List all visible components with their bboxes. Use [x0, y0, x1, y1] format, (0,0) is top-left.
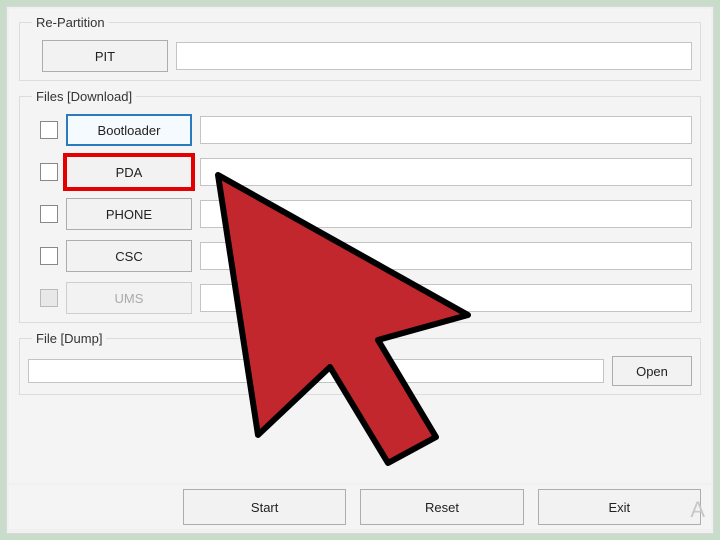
csc-path-field[interactable]	[200, 242, 692, 270]
csc-button[interactable]: CSC	[66, 240, 192, 272]
phone-checkbox[interactable]	[40, 205, 58, 223]
start-button[interactable]: Start	[183, 489, 346, 525]
dump-path-field[interactable]	[28, 359, 604, 383]
pda-checkbox[interactable]	[40, 163, 58, 181]
bootloader-path-field[interactable]	[200, 116, 692, 144]
repartition-group: Re-Partition PIT	[19, 15, 701, 81]
pda-button[interactable]: PDA	[66, 156, 192, 188]
ums-button: UMS	[66, 282, 192, 314]
open-button[interactable]: Open	[612, 356, 692, 386]
pit-path-field[interactable]	[176, 42, 692, 70]
action-bar: Start Reset Exit	[9, 485, 711, 529]
phone-button[interactable]: PHONE	[66, 198, 192, 230]
main-panel: Re-Partition PIT Files [Download] Bootlo…	[9, 9, 711, 483]
ums-path-field	[200, 284, 692, 312]
bootloader-button[interactable]: Bootloader	[66, 114, 192, 146]
exit-button[interactable]: Exit	[538, 489, 701, 525]
csc-checkbox[interactable]	[40, 247, 58, 265]
repartition-legend: Re-Partition	[32, 15, 109, 30]
phone-path-field[interactable]	[200, 200, 692, 228]
pda-path-field[interactable]	[200, 158, 692, 186]
file-dump-legend: File [Dump]	[32, 331, 106, 346]
app-window: Re-Partition PIT Files [Download] Bootlo…	[6, 6, 714, 534]
files-download-group: Files [Download] Bootloader PDA PHONE	[19, 89, 701, 323]
bootloader-checkbox[interactable]	[40, 121, 58, 139]
ums-checkbox	[40, 289, 58, 307]
reset-button[interactable]: Reset	[360, 489, 523, 525]
file-dump-group: File [Dump] Open	[19, 331, 701, 395]
files-download-legend: Files [Download]	[32, 89, 136, 104]
pit-button[interactable]: PIT	[42, 40, 168, 72]
